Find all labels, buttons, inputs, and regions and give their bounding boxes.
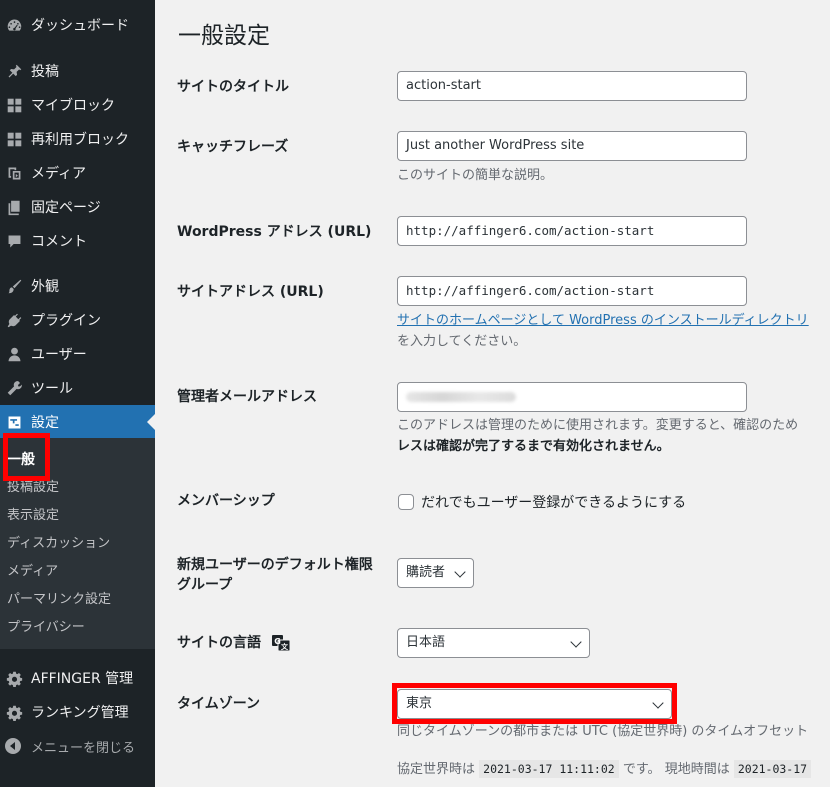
redacted-email <box>406 392 516 402</box>
collapse-arrow-icon <box>5 738 21 754</box>
sidebar-item-label: ユーザー <box>31 347 87 363</box>
chevron-down-icon <box>570 636 582 648</box>
svg-text:G: G <box>274 637 281 646</box>
submenu-item-reading[interactable]: 表示設定 <box>7 506 59 526</box>
media-icon <box>5 164 23 182</box>
pages-icon <box>5 198 23 216</box>
membership-checkbox-label[interactable]: だれでもユーザー登録ができるようにする <box>421 492 686 512</box>
sidebar-item-ranking[interactable]: ランキング管理 <box>0 695 155 729</box>
site-address-label: サイトアドレス (URL) <box>177 284 324 300</box>
active-indicator <box>147 414 155 430</box>
sidebar-item-label: 固定ページ <box>31 200 101 216</box>
submenu-item-writing[interactable]: 投稿設定 <box>7 478 59 498</box>
settings-main: 一般設定 サイトのタイトル action-start キャッチフレーズ Just… <box>155 0 830 787</box>
gear-icon <box>5 703 23 721</box>
site-address-description-rest: を入力してください。 <box>397 334 527 349</box>
sidebar-item-label: ランキング管理 <box>31 705 129 721</box>
local-time: 2021-03-17 <box>733 760 812 778</box>
default-role-select[interactable]: 購読者 <box>397 558 474 588</box>
sidebar-item-media[interactable]: メディア <box>0 156 155 190</box>
site-address-help-link[interactable]: サイトのホームページとして WordPress のインストールディレクトリ <box>397 313 809 328</box>
user-icon <box>5 345 23 363</box>
sidebar-item-my-blocks[interactable]: マイブロック <box>0 88 155 122</box>
sidebar-item-label: 投稿 <box>31 64 59 80</box>
tagline-description: このサイトの簡単な説明。 <box>397 168 554 183</box>
admin-email-label: 管理者メールアドレス <box>177 389 317 405</box>
sidebar-item-label: 設定 <box>31 415 59 431</box>
sidebar-item-label: ダッシュボード <box>31 18 129 34</box>
wp-address-label: WordPress アドレス (URL) <box>177 224 372 240</box>
sidebar-item-label: 外観 <box>31 279 59 295</box>
sidebar-item-users[interactable]: ユーザー <box>0 337 155 371</box>
sidebar-item-label: 再利用ブロック <box>31 132 129 148</box>
sidebar-item-label: メディア <box>31 166 87 182</box>
dashboard-icon <box>5 16 23 34</box>
plugin-icon <box>5 311 23 329</box>
site-language-label-text: サイトの言語 <box>177 635 261 651</box>
default-role-label-2: グループ <box>177 577 233 593</box>
admin-email-input[interactable] <box>397 382 747 412</box>
utc-prefix: 協定世界時は <box>397 762 476 777</box>
highlight-box-general <box>3 433 50 481</box>
settings-icon <box>5 413 23 431</box>
submenu-item-privacy[interactable]: プライバシー <box>7 618 85 638</box>
admin-email-description: このアドレスは管理のために使用されます。変更すると、確認のため <box>397 418 799 433</box>
admin-email-warning: レスは確認が完了するまで有効化されません。 <box>397 439 670 454</box>
submenu-item-permalinks[interactable]: パーマリンク設定 <box>7 590 111 610</box>
site-language-value: 日本語 <box>406 635 446 650</box>
timezone-description: 同じタイムゾーンの都市または UTC (協定世界時) のタイムオフセット <box>397 724 809 739</box>
comment-icon <box>5 232 23 250</box>
sidebar-item-dashboard[interactable]: ダッシュボード <box>0 8 155 42</box>
timezone-utc-info: 協定世界時は 2021-03-17 11:11:02 です。 現地時間は 202… <box>397 759 812 780</box>
admin-sidebar: ダッシュボード 投稿 マイブロック 再利用ブロック メディア 固定ページ コメン… <box>0 0 155 787</box>
collapse-menu-button[interactable]: メニューを閉じる <box>0 729 155 763</box>
page-title: 一般設定 <box>178 23 270 49</box>
site-address-description: サイトのホームページとして WordPress のインストールディレクトリ <box>397 311 809 331</box>
pin-icon <box>5 62 23 80</box>
sidebar-item-label: プラグイン <box>31 313 101 329</box>
membership-label: メンバーシップ <box>177 493 275 509</box>
sidebar-item-label: AFFINGER 管理 <box>31 671 134 687</box>
sidebar-item-affinger[interactable]: AFFINGER 管理 <box>0 661 155 695</box>
utc-time: 2021-03-17 11:11:02 <box>479 760 619 778</box>
gear-icon <box>5 669 23 687</box>
membership-checkbox[interactable] <box>398 494 414 510</box>
sidebar-item-tools[interactable]: ツール <box>0 371 155 405</box>
default-role-label: 新規ユーザーのデフォルト権限 <box>177 557 373 573</box>
svg-text:文: 文 <box>281 642 289 651</box>
sidebar-item-posts[interactable]: 投稿 <box>0 54 155 88</box>
sidebar-item-label: コメント <box>31 234 87 250</box>
tagline-label: キャッチフレーズ <box>177 139 289 155</box>
translation-icon: G 文 <box>271 635 290 651</box>
paintbrush-icon <box>5 277 23 295</box>
utc-suffix: です。 現地時間は <box>622 762 730 777</box>
wp-address-input[interactable]: http://affinger6.com/action-start <box>397 216 747 246</box>
blocks-grid-icon <box>5 96 23 114</box>
sidebar-item-plugins[interactable]: プラグイン <box>0 303 155 337</box>
admin-email-description-bold: レスは確認が完了するまで有効化されません。 <box>397 437 670 457</box>
site-title-label: サイトのタイトル <box>177 79 289 95</box>
default-role-value: 購読者 <box>406 565 446 580</box>
site-language-select[interactable]: 日本語 <box>397 628 590 658</box>
timezone-label: タイムゾーン <box>177 696 261 712</box>
site-address-input[interactable]: http://affinger6.com/action-start <box>397 276 747 306</box>
submenu-item-discussion[interactable]: ディスカッション <box>7 534 110 554</box>
submenu-item-media[interactable]: メディア <box>7 562 58 582</box>
blocks-grid-icon <box>5 130 23 148</box>
tagline-input[interactable]: Just another WordPress site <box>397 131 747 161</box>
wrench-icon <box>5 379 23 397</box>
site-title-input[interactable]: action-start <box>397 71 747 101</box>
collapse-menu-label: メニューを閉じる <box>31 740 136 756</box>
sidebar-item-appearance[interactable]: 外観 <box>0 269 155 303</box>
sidebar-item-label: マイブロック <box>31 98 115 114</box>
chevron-down-icon <box>454 566 466 578</box>
sidebar-item-comments[interactable]: コメント <box>0 224 155 258</box>
highlight-box-timezone <box>392 683 677 724</box>
sidebar-item-pages[interactable]: 固定ページ <box>0 190 155 224</box>
sidebar-item-label: ツール <box>31 381 73 397</box>
site-language-label: サイトの言語 G 文 <box>177 633 290 653</box>
sidebar-item-reusable-blocks[interactable]: 再利用ブロック <box>0 122 155 156</box>
